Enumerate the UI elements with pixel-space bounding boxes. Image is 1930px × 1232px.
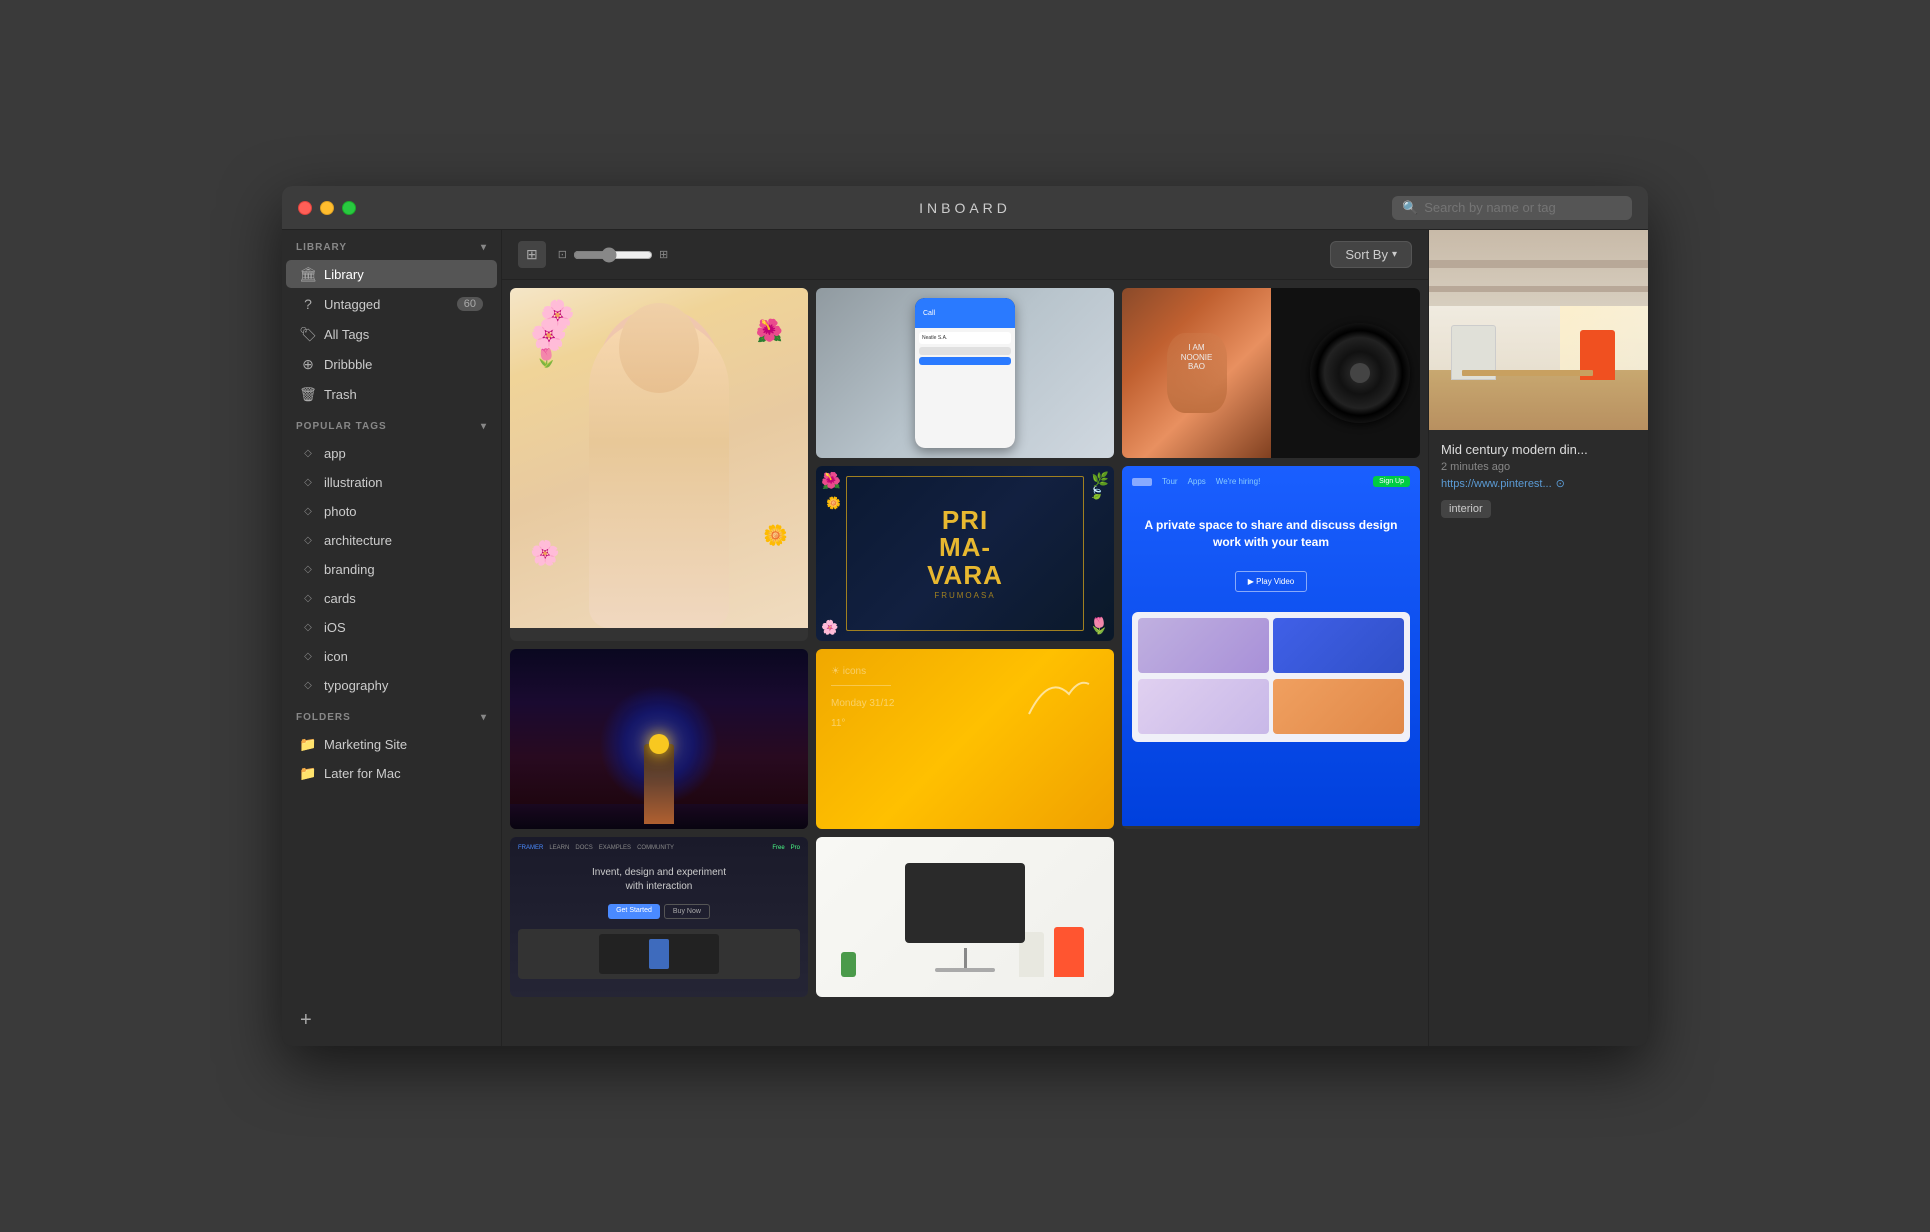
zoom-slider[interactable] [573, 247, 653, 263]
untagged-badge: 60 [457, 297, 483, 311]
dribbble-icon: ⊕ [300, 356, 316, 372]
sidebar-item-dribbble[interactable]: ⊕ Dribbble [286, 350, 497, 378]
sidebar-item-tag-branding[interactable]: ◇branding [286, 555, 497, 583]
sidebar-item-untagged[interactable]: ? Untagged 60 [286, 290, 497, 318]
grid-view-button[interactable]: ⊞ [518, 241, 546, 268]
gallery-item-workspace[interactable] [816, 837, 1114, 997]
sidebar-item-tag-illustration[interactable]: ◇illustration [286, 468, 497, 496]
sidebar: LIBRARY ▾ 🏛 Library ? Untagged 60 🏷 All … [282, 230, 502, 1046]
search-container: 🔍 [1392, 196, 1632, 220]
chevron-down-icon-folders: ▾ [481, 712, 487, 723]
tag-icon: 🏷 [300, 326, 316, 342]
gallery-item-yellow-planner[interactable]: ☀ icons Monday 31/12 11° [816, 649, 1114, 829]
tag-bullet-icon: ◇ [300, 648, 316, 664]
tag-bullet-icon: ◇ [300, 445, 316, 461]
detail-info: Mid century modern din... 2 minutes ago … [1429, 430, 1648, 530]
folder-icon: 📁 [300, 736, 316, 752]
library-icon: 🏛 [300, 266, 316, 282]
chevron-down-icon-tags: ▾ [481, 421, 487, 432]
search-icon: 🔍 [1402, 200, 1418, 216]
gallery-grid: 🌸 🌺 🌷 🌸 🌼 Call [510, 288, 1420, 997]
app-title: INBOARD [919, 200, 1011, 216]
toolbar: ⊞ ⊡ ⊞ Sort By ▾ [502, 230, 1428, 280]
detail-title: Mid century modern din... [1441, 442, 1636, 457]
sidebar-item-library[interactable]: 🏛 Library [286, 260, 497, 288]
sidebar-item-tag-cards[interactable]: ◇cards [286, 584, 497, 612]
minimize-button[interactable] [320, 201, 334, 215]
folder-icon: 📁 [300, 765, 316, 781]
zoom-slider-container: ⊡ ⊞ [558, 247, 668, 263]
gallery-item-phone[interactable]: Call Neatle S.A. [816, 288, 1114, 458]
add-button[interactable]: + [296, 1005, 316, 1036]
gallery-item-fashion[interactable]: 🌸 🌺 🌷 🌸 🌼 [510, 288, 808, 641]
titlebar: INBOARD 🔍 [282, 186, 1648, 230]
tag-bullet-icon: ◇ [300, 619, 316, 635]
right-panel: Mid century modern din... 2 minutes ago … [1428, 230, 1648, 1046]
folders-section-header: FOLDERS ▾ [282, 700, 501, 729]
gallery-item-inboard-blue[interactable]: TourAppsWe're hiring! Sign Up A private … [1122, 466, 1420, 829]
question-icon: ? [300, 296, 316, 312]
sidebar-item-folder-later-for-mac[interactable]: 📁Later for Mac [286, 759, 497, 787]
tag-chip-interior[interactable]: interior [1441, 500, 1491, 518]
tags-list: ◇app◇illustration◇photo◇architecture◇bra… [282, 438, 501, 700]
zoom-min-icon: ⊡ [558, 248, 567, 261]
close-button[interactable] [298, 201, 312, 215]
sidebar-item-tag-app[interactable]: ◇app [286, 439, 497, 467]
detail-image [1429, 230, 1648, 430]
external-link-icon: ⊙ [1556, 477, 1565, 490]
tag-bullet-icon: ◇ [300, 474, 316, 490]
sidebar-bottom: + [282, 995, 501, 1046]
gallery-item-framer[interactable]: FRAMER LEARNDOCSEXAMPLESCOMMUNITY Free P… [510, 837, 808, 997]
gallery-item-lighthouse[interactable] [510, 649, 808, 829]
gallery-item-album[interactable]: I AMNOONIEBAO [1122, 288, 1420, 458]
sidebar-item-tag-architecture[interactable]: ◇architecture [286, 526, 497, 554]
tag-bullet-icon: ◇ [300, 561, 316, 577]
app-window: INBOARD 🔍 LIBRARY ▾ 🏛 Library ? Untagged… [282, 186, 1648, 1046]
sidebar-item-tag-iOS[interactable]: ◇iOS [286, 613, 497, 641]
main-content: LIBRARY ▾ 🏛 Library ? Untagged 60 🏷 All … [282, 230, 1648, 1046]
sidebar-item-tag-typography[interactable]: ◇typography [286, 671, 497, 699]
gallery-scroll[interactable]: 🌸 🌺 🌷 🌸 🌼 Call [502, 280, 1428, 1046]
tag-bullet-icon: ◇ [300, 503, 316, 519]
trash-icon: 🗑 [300, 386, 316, 402]
detail-time: 2 minutes ago [1441, 461, 1636, 473]
sidebar-item-tag-icon[interactable]: ◇icon [286, 642, 497, 670]
chevron-down-icon-sort: ▾ [1392, 249, 1397, 260]
tag-bullet-icon: ◇ [300, 532, 316, 548]
sort-by-button[interactable]: Sort By ▾ [1330, 241, 1412, 268]
detail-url[interactable]: https://www.pinterest... ⊙ [1441, 477, 1636, 490]
chevron-down-icon: ▾ [481, 242, 487, 253]
library-section-header: LIBRARY ▾ [282, 230, 501, 259]
popular-tags-header: POPULAR TAGS ▾ [282, 409, 501, 438]
detail-tags: interior [1441, 500, 1636, 518]
gallery-item-primavara[interactable]: PRIMA-VARA FRUMOASA 🌺 🌿 🌸 🌷 🌼 🍃 [816, 466, 1114, 641]
sidebar-item-folder-marketing-site[interactable]: 📁Marketing Site [286, 730, 497, 758]
view-toggle: ⊞ [518, 241, 546, 268]
sidebar-item-alltags[interactable]: 🏷 All Tags [286, 320, 497, 348]
search-input[interactable] [1424, 200, 1622, 215]
maximize-button[interactable] [342, 201, 356, 215]
zoom-max-icon: ⊞ [659, 248, 668, 261]
main-area: ⊞ ⊡ ⊞ Sort By ▾ [502, 230, 1428, 1046]
traffic-lights [298, 201, 356, 215]
sidebar-item-trash[interactable]: 🗑 Trash [286, 380, 497, 408]
sidebar-item-tag-photo[interactable]: ◇photo [286, 497, 497, 525]
tag-bullet-icon: ◇ [300, 677, 316, 693]
folders-list: 📁Marketing Site📁Later for Mac [282, 729, 501, 788]
tag-bullet-icon: ◇ [300, 590, 316, 606]
